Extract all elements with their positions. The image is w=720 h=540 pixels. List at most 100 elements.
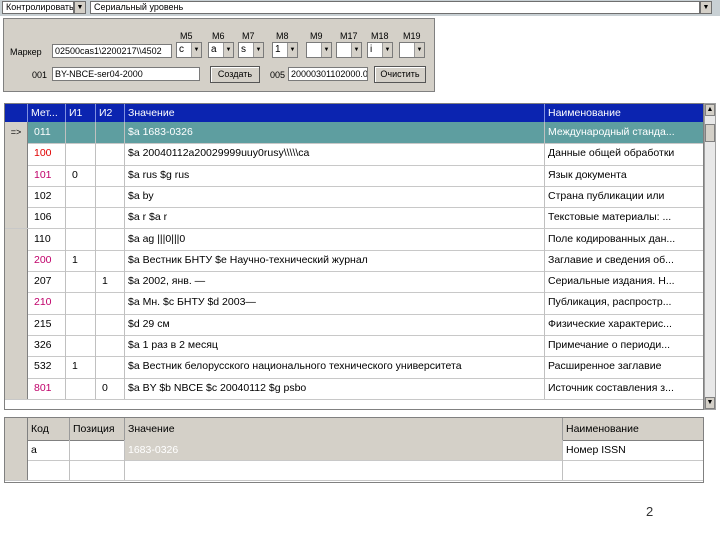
cell-name[interactable]: Текстовые материалы: ... (545, 207, 703, 228)
cell-i1[interactable] (66, 143, 96, 165)
position-select-1[interactable]: c ▼ (176, 42, 202, 58)
cell-i2[interactable] (96, 207, 125, 229)
cell-value[interactable]: $a 1 раз в 2 месяц (125, 335, 545, 357)
cell-name[interactable]: Международный станда... (545, 122, 703, 143)
cell-tag[interactable]: 215 (28, 313, 66, 335)
cell-value[interactable]: $a 2002, янв. — (125, 271, 545, 293)
cell-i1[interactable] (66, 207, 96, 229)
cell-value[interactable]: $a Вестник БНТУ $e Научно-технический жу… (125, 249, 545, 272)
cell-value[interactable]: $a BY $b NBCE $c 20040112 $g psbo (125, 377, 545, 399)
cell-i2[interactable]: 0 (96, 377, 125, 399)
subfield-empty-row[interactable] (5, 460, 703, 481)
cell-tag[interactable]: 110 (28, 228, 66, 250)
table-row[interactable]: 210 $a Мн. $c БНТУ $d 2003— Публикация, ра… (5, 292, 703, 315)
cell-name[interactable]: Публикация, распростр... (545, 292, 703, 313)
fields-vertical-scrollbar[interactable]: ▲ ▼ (704, 103, 716, 410)
chevron-down-icon[interactable]: ▼ (287, 43, 297, 57)
cell-value[interactable]: $a r $a r (125, 207, 545, 229)
cell-name[interactable]: Язык документа (545, 165, 703, 186)
field-001-input[interactable]: BY-NBCE-ser04-2000 (52, 67, 200, 81)
cell-value[interactable]: $a ag |||0|||0 (125, 228, 545, 250)
header-name[interactable]: Наименование (545, 104, 703, 122)
cell-tag[interactable]: 326 (28, 335, 66, 357)
subfield-row-indicator[interactable] (5, 460, 28, 480)
subfield-cell-position[interactable] (70, 460, 125, 480)
cell-i2[interactable]: 1 (96, 271, 125, 293)
cell-value[interactable]: $a 1683-0326 (125, 122, 545, 144)
cell-name[interactable]: Расширенное заглавие (545, 356, 703, 377)
header-ind2[interactable]: И2 (96, 104, 125, 122)
header-subfield-name[interactable]: Наименование (563, 418, 703, 440)
cell-i2[interactable] (96, 164, 125, 186)
cell-name[interactable]: Физические характерис... (545, 314, 703, 335)
cell-value[interactable]: $a 20040112a20029999uuy0rusy\\\\\ca (125, 143, 545, 165)
cell-name[interactable]: Сериальные издания. Н... (545, 271, 703, 292)
cell-i1[interactable]: 1 (66, 249, 96, 272)
header-position[interactable]: Позиция (70, 418, 125, 440)
subfield-cell-name[interactable] (563, 460, 703, 480)
clear-button[interactable]: Очистить (374, 66, 426, 83)
cell-tag[interactable]: 532 (28, 356, 66, 378)
cell-i2[interactable] (96, 228, 125, 250)
cell-tag[interactable]: 100 (28, 143, 66, 165)
position-select-3[interactable]: s ▼ (238, 42, 264, 58)
field-005-input[interactable]: 20000301102000.0 (288, 67, 368, 81)
chevron-down-icon[interactable]: ▼ (321, 43, 331, 57)
cell-i1[interactable] (66, 292, 96, 314)
cell-i2[interactable] (96, 185, 125, 208)
cell-value[interactable]: $a rus $g rus (125, 164, 545, 186)
control-mode-combo[interactable]: Контролировать по (2, 1, 74, 14)
table-row[interactable]: 215 $d 29 см Физические характерис... (5, 313, 703, 336)
table-row[interactable]: => 011 $a 1683-0326 Международный станда... (5, 122, 703, 145)
cell-i2[interactable] (96, 122, 125, 144)
position-select-5[interactable]: ▼ (306, 42, 332, 58)
chevron-down-icon[interactable]: ▼ (351, 43, 361, 57)
cell-i1[interactable] (66, 313, 96, 335)
scroll-down-button[interactable]: ▼ (705, 397, 715, 409)
cell-i2[interactable] (96, 143, 125, 165)
cell-name[interactable]: Источник составления з... (545, 378, 703, 399)
table-row[interactable]: 102 $a by Страна публикации или (5, 185, 703, 209)
scroll-thumb[interactable] (705, 124, 715, 142)
cell-tag[interactable]: 210 (28, 292, 66, 314)
row-indicator[interactable] (5, 143, 28, 165)
header-code[interactable]: Код (28, 418, 70, 440)
cell-value[interactable]: $a Вестник белорусского национального те… (125, 356, 545, 378)
level-dropdown-arrow[interactable]: ▼ (700, 1, 712, 14)
header-value[interactable]: Значение (125, 104, 545, 122)
table-row[interactable]: 200 1 $a Вестник БНТУ $e Научно-технически… (5, 249, 703, 273)
scroll-up-button[interactable]: ▲ (705, 104, 715, 116)
cell-i2[interactable] (96, 292, 125, 314)
position-select-8[interactable]: ▼ (399, 42, 425, 58)
cell-i1[interactable]: 0 (66, 164, 96, 186)
row-indicator[interactable] (5, 377, 28, 399)
cell-i2[interactable] (96, 356, 125, 378)
table-row[interactable]: 106 $a r $a r Текстовые материалы: ... (5, 207, 703, 230)
row-indicator[interactable] (5, 228, 28, 250)
cell-value[interactable]: $a by (125, 185, 545, 208)
cell-tag[interactable]: 207 (28, 271, 66, 293)
chevron-down-icon[interactable]: ▼ (382, 43, 392, 57)
subfield-row[interactable]: a 1683-0326 Номер ISSN (5, 440, 703, 461)
header-tag[interactable]: Мет... (28, 104, 66, 122)
row-indicator[interactable] (5, 335, 28, 357)
table-row[interactable]: 100 $a 20040112a20029999uuy0rusy\\\\\ca Да… (5, 143, 703, 166)
create-button[interactable]: Создать (210, 66, 260, 83)
header-subfield-value[interactable]: Значение (125, 418, 563, 440)
position-select-7[interactable]: i ▼ (367, 42, 393, 58)
table-row[interactable]: 207 1 $a 2002, янв. — Сериальные издания. Н… (5, 271, 703, 294)
cell-tag[interactable]: 102 (28, 185, 66, 208)
cell-i1[interactable] (66, 335, 96, 357)
control-mode-dropdown-arrow[interactable]: ▼ (74, 1, 86, 14)
position-select-2[interactable]: a ▼ (208, 42, 234, 58)
chevron-down-icon[interactable]: ▼ (223, 43, 233, 57)
cell-tag[interactable]: 106 (28, 207, 66, 229)
row-indicator[interactable]: => (5, 122, 28, 144)
cell-name[interactable]: Заглавие и сведения об... (545, 250, 703, 271)
cell-tag[interactable]: 011 (28, 122, 66, 144)
row-indicator[interactable] (5, 185, 28, 208)
header-ind1[interactable]: И1 (66, 104, 96, 122)
subfield-cell-code[interactable] (28, 460, 70, 480)
cell-i1[interactable] (66, 377, 96, 399)
chevron-down-icon[interactable]: ▼ (253, 43, 263, 57)
